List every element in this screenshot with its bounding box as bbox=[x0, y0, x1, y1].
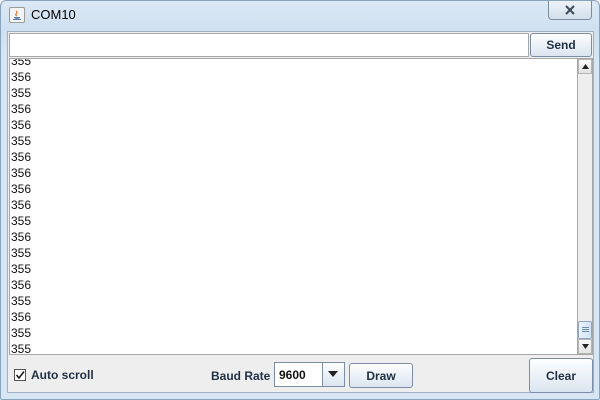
output-line: 355 bbox=[11, 326, 32, 340]
monitor-body: Send 355 356 355 356 356 355 356 356 356 356 355 35… bbox=[7, 31, 594, 393]
checkmark-icon bbox=[15, 371, 25, 380]
close-button[interactable] bbox=[548, 1, 592, 20]
vertical-scrollbar[interactable] bbox=[577, 58, 593, 355]
output-line: 355 bbox=[11, 214, 32, 228]
output-line: 356 bbox=[11, 166, 32, 180]
chevron-down-icon bbox=[328, 371, 338, 377]
window-title: COM10 bbox=[31, 7, 76, 22]
draw-button[interactable]: Draw bbox=[349, 363, 413, 388]
monitor-footer: Auto scroll Baud Rate 9600 Draw Clear bbox=[8, 356, 593, 393]
output-line: 355 bbox=[11, 134, 32, 148]
autoscroll-label: Auto scroll bbox=[31, 368, 94, 382]
scroll-down-button[interactable] bbox=[578, 339, 592, 354]
serial-output[interactable]: 355 356 355 356 356 355 356 356 356 356 355 356 355 3… bbox=[9, 58, 577, 355]
scroll-grip-icon bbox=[582, 327, 589, 332]
output-line: 356 bbox=[11, 278, 32, 292]
scroll-thumb[interactable] bbox=[578, 321, 592, 339]
send-input[interactable] bbox=[9, 33, 529, 57]
output-line: 356 bbox=[11, 102, 32, 116]
output-line: 356 bbox=[11, 310, 32, 324]
serial-monitor-window: COM10 Send 355 356 355 356 356 355 356 356 356 35… bbox=[0, 0, 600, 400]
output-line: 356 bbox=[11, 230, 32, 244]
output-line: 356 bbox=[11, 198, 32, 212]
output-line: 355 bbox=[11, 294, 32, 308]
autoscroll-checkbox[interactable] bbox=[14, 369, 26, 381]
output-line: 355 bbox=[11, 58, 32, 68]
arrow-down-icon bbox=[582, 344, 589, 349]
output-line: 356 bbox=[11, 150, 32, 164]
output-line: 356 bbox=[11, 118, 32, 132]
clear-button[interactable]: Clear bbox=[529, 358, 593, 393]
arrow-up-icon bbox=[582, 64, 589, 69]
close-icon bbox=[565, 5, 575, 15]
output-line: 355 bbox=[11, 262, 32, 276]
baud-dropdown-button[interactable] bbox=[322, 363, 344, 386]
output-lines: 355 356 355 356 356 355 356 356 356 356 355 356 355 3… bbox=[11, 58, 32, 355]
output-line: 355 bbox=[11, 246, 32, 260]
baud-rate-select[interactable]: 9600 bbox=[274, 362, 345, 387]
autoscroll-control[interactable]: Auto scroll bbox=[14, 368, 94, 382]
java-cup-icon bbox=[9, 7, 25, 23]
scroll-up-button[interactable] bbox=[578, 59, 592, 74]
output-line: 355 bbox=[11, 86, 32, 100]
output-line: 356 bbox=[11, 182, 32, 196]
output-line: 356 bbox=[11, 70, 32, 84]
title-bar[interactable]: COM10 bbox=[1, 1, 599, 29]
output-line: 355 bbox=[11, 342, 32, 355]
baud-rate-value: 9600 bbox=[279, 368, 306, 382]
send-button[interactable]: Send bbox=[530, 33, 592, 57]
baud-rate-label: Baud Rate bbox=[211, 369, 271, 383]
